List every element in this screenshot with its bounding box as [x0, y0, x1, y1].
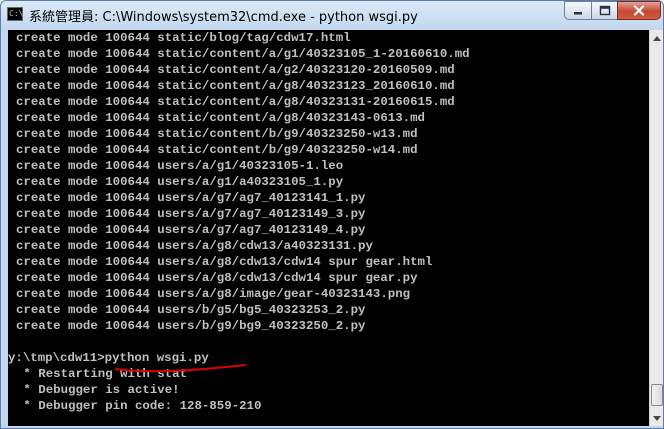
console-line: create mode 100644 users/a/g7/ag7_401231…	[16, 207, 366, 221]
console-line: create mode 100644 static/content/a/g8/4…	[16, 95, 455, 109]
console-line: create mode 100644 static/blog/tag/cdw17…	[16, 31, 351, 45]
console-line: create mode 100644 static/content/a/g1/4…	[16, 47, 470, 61]
console-line: create mode 100644 users/a/g1/40323105-1…	[16, 159, 344, 173]
vertical-scrollbar[interactable]	[649, 30, 663, 426]
minimize-button[interactable]	[564, 1, 592, 20]
console-line: * Debugger is active!	[16, 383, 180, 397]
close-icon	[633, 5, 645, 16]
console-line: create mode 100644 users/a/g1/a40323105_…	[16, 175, 344, 189]
cmd-window: C:\ 系統管理員: C:\Windows\system32\cmd.exe -…	[0, 0, 664, 429]
close-button[interactable]	[617, 1, 661, 20]
console-line: create mode 100644 users/b/g9/bg9_403232…	[16, 319, 366, 333]
console-line: create mode 100644 static/content/a/g2/4…	[16, 63, 455, 77]
maximize-icon	[599, 5, 610, 16]
console-line: create mode 100644 static/content/a/g8/4…	[16, 111, 425, 125]
console-line: create mode 100644 users/b/g5/bg5_403232…	[16, 303, 366, 317]
scrollbar-thumb[interactable]	[651, 384, 663, 406]
cmd-app-icon[interactable]: C:\	[7, 7, 23, 21]
console-line: create mode 100644 static/content/a/g8/4…	[16, 79, 455, 93]
console-line: create mode 100644 users/a/g7/ag7_401231…	[16, 223, 366, 237]
minimize-icon	[574, 11, 582, 14]
console-line: create mode 100644 static/content/b/g9/4…	[16, 143, 418, 157]
window-title: 系統管理員: C:\Windows\system32\cmd.exe - pyt…	[29, 10, 418, 25]
console-line: create mode 100644 static/content/b/g9/4…	[16, 127, 418, 141]
console-line: * Restarting with stat	[16, 367, 188, 381]
console-line: create mode 100644 users/a/g8/cdw13/a403…	[16, 239, 373, 253]
console-line: create mode 100644 users/a/g8/cdw13/cdw1…	[16, 255, 433, 269]
maximize-button[interactable]	[591, 1, 618, 20]
title-bar[interactable]: C:\ 系統管理員: C:\Windows\system32\cmd.exe -…	[1, 1, 663, 29]
console-line: create mode 100644 users/a/g8/cdw13/cdw1…	[16, 271, 418, 285]
console-output[interactable]: create mode 100644 static/blog/tag/cdw17…	[8, 30, 649, 426]
scroll-down-arrow-icon[interactable]	[650, 410, 663, 426]
console-line: create mode 100644 users/a/g8/image/gear…	[16, 287, 411, 301]
console-line: create mode 100644 users/a/g7/ag7_401231…	[16, 191, 366, 205]
command-prompt-line: y:\tmp\cdw11>python wsgi.py	[8, 351, 209, 365]
scroll-up-arrow-icon[interactable]	[650, 30, 663, 46]
console-line: * Debugger pin code: 128-859-210	[16, 399, 262, 413]
